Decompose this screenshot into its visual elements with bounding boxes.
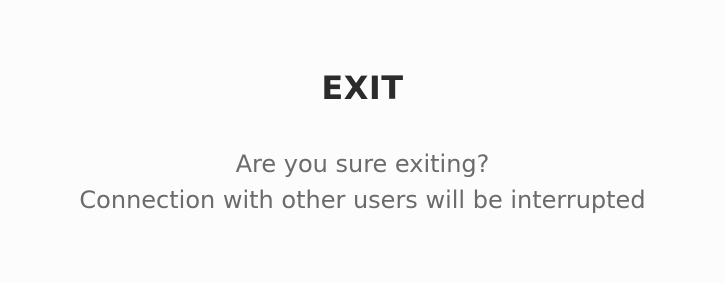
dialog-message: Are you sure exiting? Connection with ot…: [0, 146, 725, 218]
exit-dialog: EXIT Are you sure exiting? Connection wi…: [0, 0, 725, 283]
dialog-message-line-1: Are you sure exiting?: [235, 150, 490, 178]
dialog-message-line-2: Connection with other users will be inte…: [79, 186, 646, 214]
dialog-title: EXIT: [321, 69, 404, 107]
